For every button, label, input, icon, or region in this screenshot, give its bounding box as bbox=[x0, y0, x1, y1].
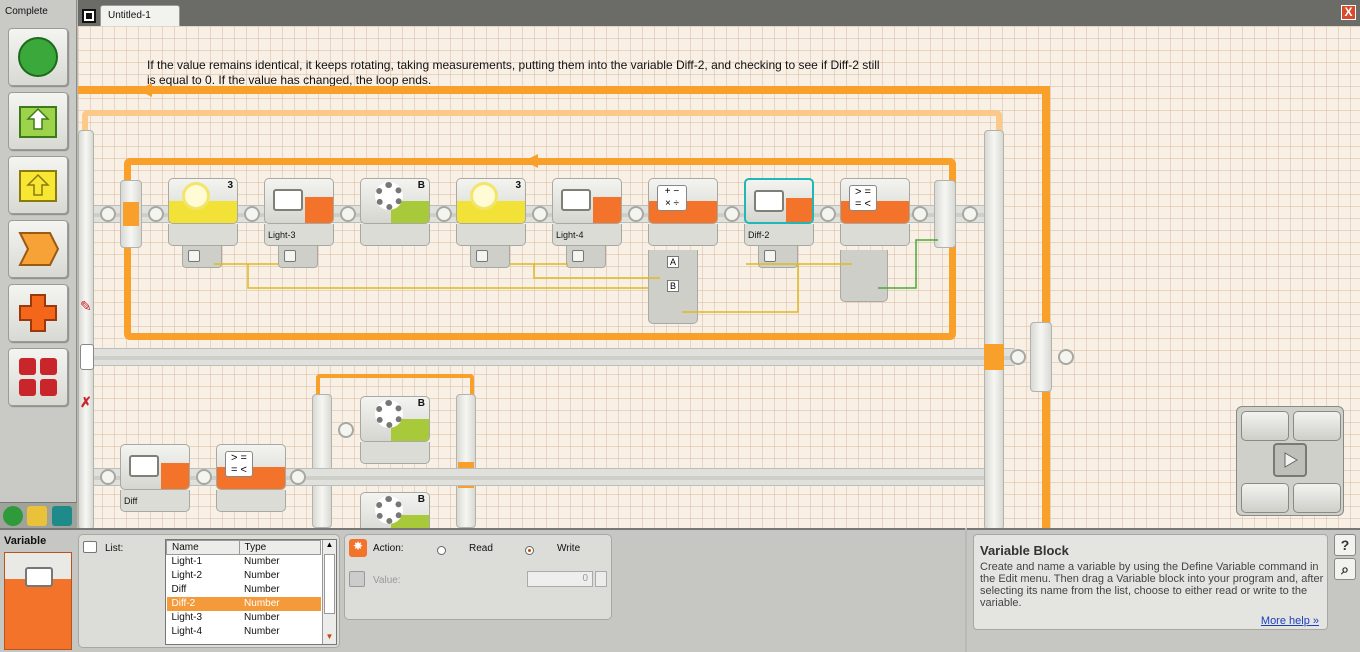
variable-table: Name Type Light-1 Number Light-2 Number Di… bbox=[166, 540, 322, 639]
motor-gear-icon bbox=[375, 400, 403, 428]
variable-icon bbox=[129, 455, 159, 477]
sensor-icon bbox=[19, 170, 57, 202]
compare-icon: > = = < bbox=[225, 451, 253, 477]
tab-untitled[interactable]: Untitled-1 bbox=[100, 5, 180, 26]
scroll-down-icon[interactable]: ▼ bbox=[323, 632, 336, 644]
list-icon bbox=[83, 541, 97, 553]
read-label: Read bbox=[469, 543, 493, 554]
zoom-button[interactable]: ⌕ bbox=[1334, 558, 1356, 580]
flow-palette-button[interactable] bbox=[8, 220, 68, 278]
scroll-up-icon[interactable]: ▲ bbox=[323, 540, 336, 552]
value-spinner[interactable] bbox=[595, 571, 607, 587]
write-label: Write bbox=[557, 543, 581, 554]
advanced-palette-button[interactable] bbox=[8, 348, 68, 406]
advanced-icon bbox=[19, 358, 57, 396]
config-block-title: Variable bbox=[4, 535, 47, 547]
sensor-palette-button[interactable] bbox=[8, 156, 68, 214]
help-box: Variable Block Create and name a variabl… bbox=[973, 534, 1328, 630]
beam-ring bbox=[196, 469, 212, 485]
download-settings-button[interactable] bbox=[1241, 411, 1289, 441]
motor-block[interactable]: B bbox=[360, 396, 430, 468]
loop-start-connector bbox=[80, 344, 94, 370]
action-label: Action: bbox=[373, 543, 404, 554]
list-item[interactable]: Light-4 Number bbox=[167, 625, 321, 639]
beam-ring bbox=[338, 422, 354, 438]
stop-button[interactable] bbox=[1293, 483, 1341, 513]
complete-palette-tab[interactable] bbox=[27, 506, 47, 526]
list-scrollbar[interactable]: ▲ ▼ bbox=[322, 540, 336, 644]
common-start-icon bbox=[18, 37, 58, 77]
play-icon bbox=[1284, 452, 1298, 468]
action-section: ✸ Action: Read Write Value: 0 bbox=[344, 534, 612, 620]
name-column-header[interactable]: Name bbox=[166, 540, 240, 555]
list-item-selected[interactable]: Diff-2 Number bbox=[166, 596, 321, 611]
value-icon bbox=[349, 571, 365, 587]
common-palette-tab[interactable] bbox=[3, 506, 23, 526]
beam-ring bbox=[100, 469, 116, 485]
list-item[interactable]: Light-2 Number bbox=[167, 569, 321, 583]
variable-name-label: Diff bbox=[124, 496, 138, 506]
document-icon[interactable] bbox=[82, 9, 96, 23]
outer-loop-end bbox=[1030, 322, 1052, 392]
data-icon bbox=[19, 294, 57, 332]
help-toggle-button[interactable]: ? bbox=[1334, 534, 1356, 556]
download-run-selected-button[interactable] bbox=[1293, 411, 1341, 441]
variable-list[interactable]: Name Type Light-1 Number Light-2 Number Di… bbox=[165, 539, 337, 645]
switch-start bbox=[312, 394, 332, 528]
variable-block-diff[interactable]: Diff bbox=[120, 444, 190, 516]
download-button[interactable] bbox=[1241, 483, 1289, 513]
list-item[interactable]: Light-1 Number bbox=[167, 555, 321, 569]
beam-ring bbox=[1010, 349, 1026, 365]
program-canvas[interactable]: If the value remains identical, it keeps… bbox=[78, 26, 1360, 528]
action-icon: ✸ bbox=[349, 539, 367, 557]
action-icon bbox=[19, 106, 57, 138]
beam-ring bbox=[1058, 349, 1074, 365]
help-title: Variable Block bbox=[980, 543, 1069, 558]
program-window: Untitled-1 X If the value remains identi… bbox=[78, 0, 1360, 528]
read-radio[interactable] bbox=[437, 542, 446, 560]
data-palette-button[interactable] bbox=[8, 284, 68, 342]
help-panel: Variable Block Create and name a variabl… bbox=[967, 528, 1360, 652]
motor-gear-icon bbox=[375, 496, 403, 524]
block-palette: Complete bbox=[0, 0, 77, 528]
motor-port-label: B bbox=[417, 494, 425, 505]
motor-block[interactable]: B bbox=[360, 492, 430, 528]
value-label: Value: bbox=[373, 575, 401, 586]
nxt-g-editor: Complete Untitled-1 X If the value remai… bbox=[0, 0, 1360, 652]
palette-title: Complete bbox=[5, 6, 48, 17]
pencil-icon: ✎ bbox=[80, 298, 92, 314]
cross-icon: ✗ bbox=[80, 394, 92, 410]
custom-palette-tab[interactable] bbox=[52, 506, 72, 526]
more-help-link[interactable]: More help » bbox=[1261, 615, 1319, 627]
close-button[interactable]: X bbox=[1341, 5, 1356, 20]
outer-loop-beam bbox=[94, 348, 1014, 366]
list-section: List: Name Type Light-1 Number Light-2 Num… bbox=[78, 534, 340, 648]
document-tab-bar: Untitled-1 X bbox=[78, 0, 1360, 26]
write-radio[interactable] bbox=[525, 542, 534, 560]
list-item[interactable]: Light-3 Number bbox=[167, 611, 321, 625]
nxt-controller bbox=[1236, 406, 1344, 516]
configuration-panel: Variable List: Name Type Light-1 Number L… bbox=[0, 528, 965, 652]
list-item[interactable]: Diff Number bbox=[167, 583, 321, 597]
outer-loop-plug bbox=[984, 344, 1004, 370]
motor-port-label: B bbox=[417, 398, 425, 409]
action-palette-button[interactable] bbox=[8, 92, 68, 150]
help-body: Create and name a variable by using the … bbox=[980, 561, 1324, 609]
value-field[interactable]: 0 bbox=[527, 571, 593, 587]
beam-ring bbox=[290, 469, 306, 485]
variable-block-icon bbox=[4, 552, 72, 650]
list-label: List: bbox=[105, 543, 124, 554]
type-column-header[interactable]: Type bbox=[238, 540, 322, 555]
compare-block[interactable]: > = = < bbox=[216, 444, 286, 516]
flow-icon bbox=[18, 232, 60, 266]
palette-tabs bbox=[0, 502, 77, 528]
switch-end bbox=[456, 394, 476, 528]
common-start-button[interactable] bbox=[8, 28, 68, 86]
download-and-run-button[interactable] bbox=[1273, 443, 1307, 477]
